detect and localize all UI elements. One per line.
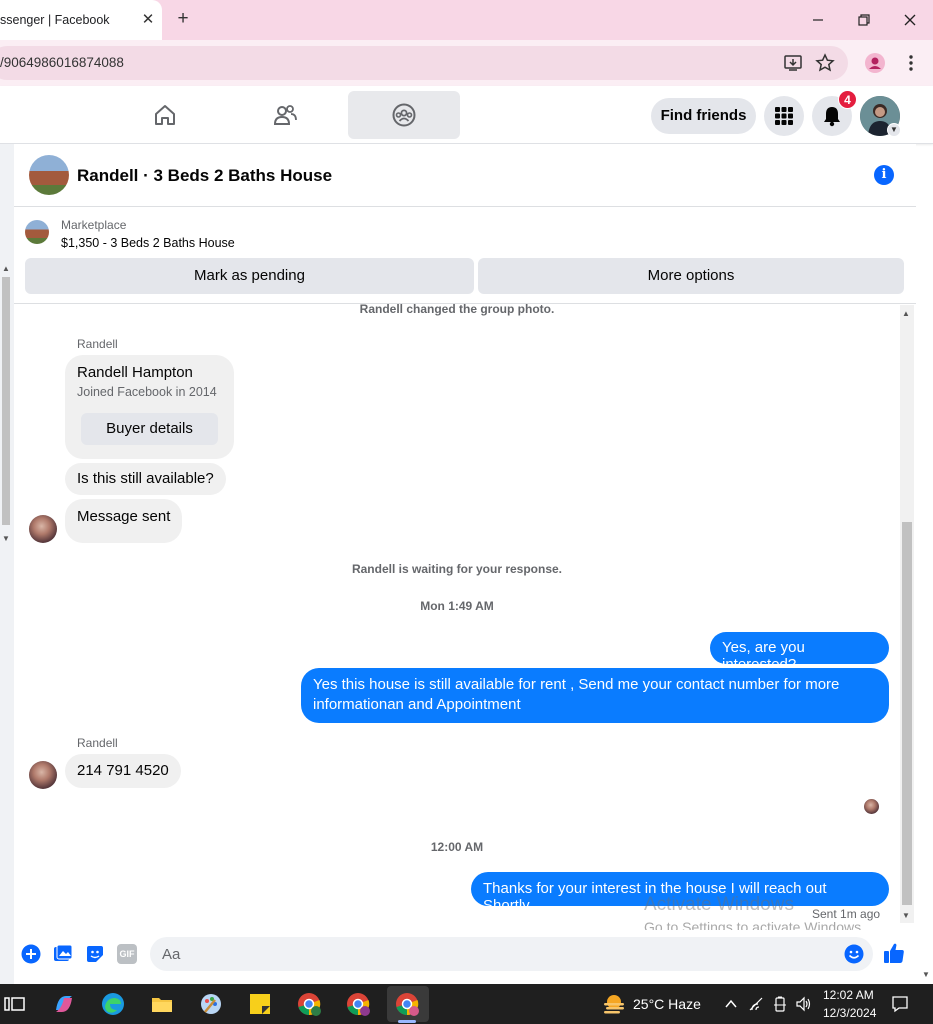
- home-icon: [155, 105, 175, 125]
- timestamp: Mon 1:49 AM: [420, 599, 494, 613]
- buyer-details-button[interactable]: Buyer details: [81, 413, 218, 445]
- network-icon[interactable]: [748, 996, 764, 1012]
- read-receipt-avatar: [864, 799, 879, 814]
- task-view-icon[interactable]: [3, 992, 27, 1016]
- browser-tab[interactable]: ssenger | Facebook ✕: [0, 0, 162, 40]
- menu-button[interactable]: [764, 96, 804, 136]
- outgoing-message[interactable]: Yes, are you interested?: [710, 632, 889, 673]
- sticker-icon[interactable]: [85, 944, 105, 964]
- facebook-nav: Find friends: [0, 86, 933, 144]
- photo-icon[interactable]: [53, 944, 73, 964]
- copilot-icon[interactable]: [52, 992, 76, 1016]
- grid-menu-icon: [775, 107, 793, 125]
- address-bar-row: /9064986016874088: [0, 40, 933, 86]
- activate-windows-title: Activate Windows: [644, 894, 794, 915]
- new-tab-button[interactable]: +: [174, 9, 192, 29]
- buyer-joined: Joined Facebook in 2014: [77, 385, 217, 399]
- plus-circle-icon[interactable]: [21, 944, 41, 964]
- find-friends-button[interactable]: Find friends: [651, 98, 756, 134]
- listing-detail[interactable]: $1,350 - 3 Beds 2 Baths House: [61, 236, 235, 250]
- timestamp: 12:00 AM: [430, 840, 484, 854]
- marketplace-label: Marketplace: [61, 218, 127, 232]
- sticky-notes-icon[interactable]: [248, 992, 272, 1016]
- incoming-message[interactable]: 214 791 4520: [65, 754, 181, 788]
- message-scrollbar-thumb[interactable]: [902, 522, 912, 905]
- windows-taskbar: [0, 984, 933, 1024]
- profile-icon[interactable]: [864, 52, 886, 74]
- paint-icon[interactable]: [199, 992, 223, 1016]
- bell-icon: [824, 107, 840, 127]
- notification-badge: 4: [838, 90, 857, 109]
- tab-close-icon[interactable]: ✕: [139, 10, 157, 30]
- sender-name: Randell: [77, 337, 118, 351]
- scroll-up-icon[interactable]: ▲: [902, 309, 910, 318]
- sender-avatar[interactable]: [29, 515, 57, 543]
- clock-date[interactable]: 12/3/2024: [823, 1006, 876, 1020]
- chevron-down-icon[interactable]: ▼: [887, 123, 901, 137]
- groups-tab[interactable]: [348, 91, 460, 139]
- edge-browser-icon[interactable]: [101, 992, 125, 1016]
- mark-as-pending-button[interactable]: Mark as pending: [25, 258, 474, 294]
- emoji-icon[interactable]: [844, 944, 864, 964]
- browser-tab-strip: ssenger | Facebook ✕ +: [0, 0, 933, 40]
- minimize-icon[interactable]: [808, 10, 828, 30]
- system-notice: Randell changed the group photo.: [359, 302, 555, 316]
- bookmark-star-icon[interactable]: [814, 52, 836, 74]
- message-input[interactable]: [150, 937, 873, 971]
- outgoing-message[interactable]: Yes this house is still available for re…: [301, 668, 889, 723]
- install-app-icon[interactable]: [782, 52, 804, 74]
- chrome-profile-a-icon[interactable]: [297, 992, 321, 1016]
- gif-icon[interactable]: GIF: [117, 944, 137, 964]
- more-options-button[interactable]: More options: [478, 258, 904, 294]
- left-scroll-down-icon[interactable]: ▼: [2, 534, 10, 543]
- tab-title: ssenger | Facebook: [0, 13, 110, 27]
- left-scrollbar[interactable]: [2, 277, 10, 525]
- page-scroll-down-icon[interactable]: ▼: [922, 970, 930, 979]
- conversation-title[interactable]: Randell · 3 Beds 2 Baths House: [77, 166, 332, 186]
- battery-icon[interactable]: [772, 996, 788, 1012]
- url-text[interactable]: /9064986016874088: [0, 55, 124, 70]
- groups-icon: [392, 103, 416, 127]
- volume-icon[interactable]: [795, 996, 813, 1012]
- weather-text[interactable]: 25°C Haze: [633, 996, 701, 1012]
- scroll-down-icon[interactable]: ▼: [902, 911, 910, 920]
- chrome-active-icon[interactable]: [395, 992, 419, 1016]
- incoming-message[interactable]: Is this still available?: [65, 463, 226, 495]
- incoming-message[interactable]: Message sent: [65, 499, 183, 543]
- active-app-indicator: [398, 1020, 416, 1023]
- sender-name: Randell: [77, 736, 118, 750]
- menu-dots-icon[interactable]: [900, 52, 922, 74]
- sent-status: Sent 1m ago: [812, 907, 881, 921]
- marketplace-listing-thumbnail[interactable]: [25, 220, 49, 244]
- restore-icon[interactable]: [854, 10, 874, 30]
- notification-center-icon[interactable]: [891, 995, 909, 1013]
- file-explorer-icon[interactable]: [150, 992, 174, 1016]
- info-icon[interactable]: i: [874, 165, 894, 185]
- home-tab[interactable]: [109, 91, 221, 139]
- friends-tab[interactable]: [229, 91, 341, 139]
- weather-haze-icon[interactable]: [601, 993, 627, 1015]
- waiting-notice: Randell is waiting for your response.: [351, 562, 563, 576]
- buyer-name: Randell Hampton: [77, 364, 193, 381]
- listing-avatar[interactable]: [29, 155, 69, 195]
- left-scroll-up-icon[interactable]: ▲: [2, 264, 10, 273]
- sender-avatar[interactable]: [29, 761, 57, 789]
- close-window-icon[interactable]: [900, 10, 920, 30]
- chrome-profile-b-icon[interactable]: [346, 992, 370, 1016]
- clock-time[interactable]: 12:02 AM: [823, 988, 874, 1002]
- like-thumb-icon[interactable]: [883, 942, 905, 964]
- friends-icon: [273, 105, 297, 125]
- omnibox[interactable]: /9064986016874088: [0, 46, 848, 80]
- chevron-up-icon[interactable]: [724, 997, 738, 1011]
